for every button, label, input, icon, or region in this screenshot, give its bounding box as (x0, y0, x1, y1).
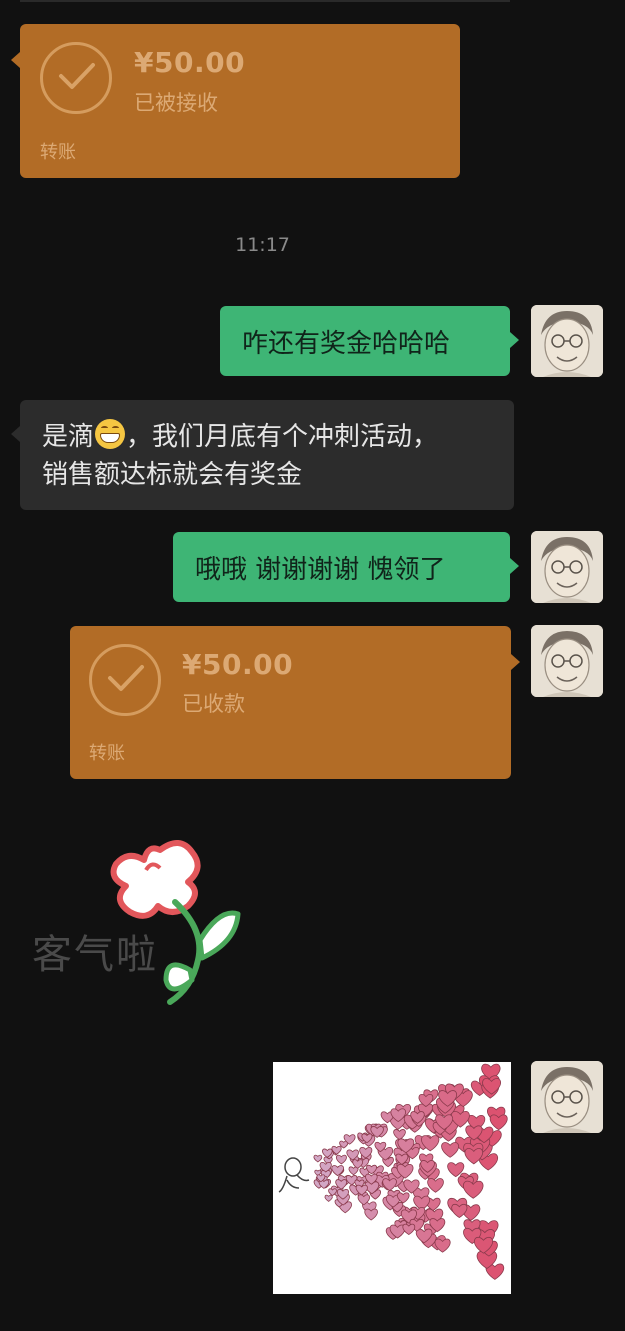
transfer-status: 已被接收 (134, 91, 218, 115)
sent-message[interactable]: 哦哦 谢谢谢谢 愧领了 (173, 532, 519, 602)
heart-shape (402, 1223, 416, 1236)
heart-shape (489, 1114, 508, 1131)
heart-shape (364, 1208, 378, 1221)
sticker-text: 客气啦 (32, 932, 158, 978)
message-line-1: 是滴 ，我们月底有个冲刺活动， (42, 418, 492, 456)
heart-shape (441, 1142, 459, 1158)
avatar[interactable] (531, 531, 603, 603)
message-text: 哦哦 谢谢谢谢 愧领了 (195, 554, 446, 585)
transfer-label: 转账 (40, 142, 76, 163)
timestamp: 11:17 (235, 234, 290, 256)
heart-shape (313, 1154, 323, 1163)
avatar-portrait (531, 305, 603, 377)
bubble-tail (511, 654, 520, 670)
avatar-portrait (531, 531, 603, 603)
avatar[interactable] (531, 305, 603, 377)
check-circle-icon (40, 42, 112, 114)
message-text: 是滴 (42, 422, 95, 452)
transfer-label: 转账 (89, 743, 125, 764)
flower-sticker[interactable]: 客气啦 (20, 830, 250, 1020)
avatar-portrait (531, 625, 603, 697)
transfer-amount: ¥50.00 (134, 46, 246, 79)
transfer-card-sent[interactable]: ¥50.00 已收款 转账 (70, 626, 520, 779)
heart-shape (463, 1180, 484, 1199)
bubble-tail (11, 52, 20, 68)
transfer-amount: ¥50.00 (182, 648, 294, 681)
received-message[interactable]: 是滴 ，我们月底有个冲刺活动， 销售额达标就会有奖金 (11, 400, 514, 510)
sent-message[interactable]: 咋还有奖金哈哈哈 (220, 306, 519, 376)
bubble-tail (11, 426, 20, 442)
heart-shape (393, 1129, 406, 1141)
bubble-tail (510, 558, 519, 574)
message-text: 咋还有奖金哈哈哈 (242, 328, 451, 359)
bubble-tail (510, 332, 519, 348)
transfer-card-received[interactable]: ¥50.00 已被接收 转账 (11, 24, 460, 178)
avatar[interactable] (531, 625, 603, 697)
message-text: ，我们月底有个冲刺活动， (126, 422, 439, 452)
hearts-sticker[interactable] (273, 1062, 511, 1294)
heart-shape (427, 1178, 444, 1193)
check-circle-icon (89, 644, 161, 716)
avatar-portrait (531, 1061, 603, 1133)
heart-shape (382, 1178, 397, 1192)
heart-shape (324, 1194, 333, 1202)
top-divider (20, 0, 510, 2)
heart-shape (331, 1165, 344, 1177)
heart-shape (335, 1154, 347, 1165)
avatar[interactable] (531, 1061, 603, 1133)
grinning-emoji-icon (95, 419, 126, 449)
transfer-status: 已收款 (182, 692, 245, 716)
message-line-2: 销售额达标就会有奖金 (42, 460, 303, 490)
heart-shape (352, 1159, 364, 1169)
hearts-drawing (278, 1063, 508, 1280)
